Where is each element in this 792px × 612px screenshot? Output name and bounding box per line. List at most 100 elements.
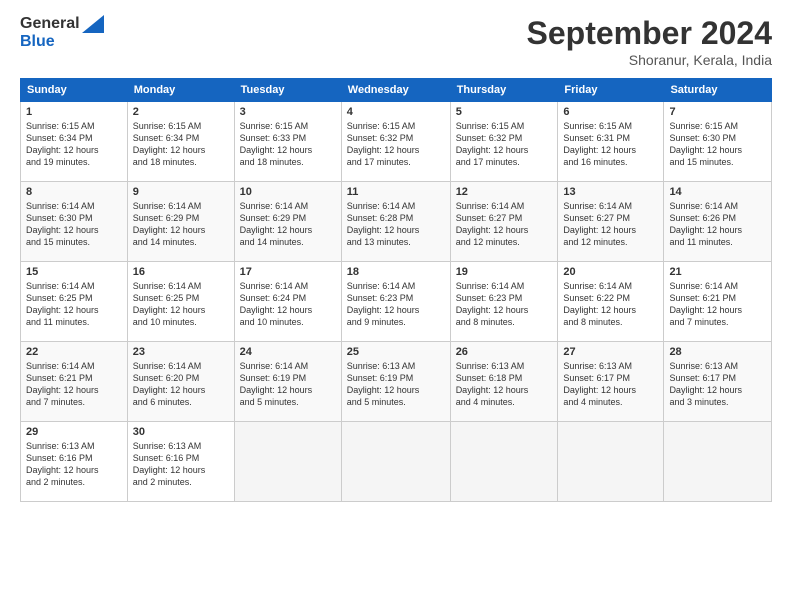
day-number: 3 xyxy=(240,106,336,118)
day-number: 28 xyxy=(669,346,766,358)
page: General Blue September 2024 Shoranur, Ke… xyxy=(0,0,792,612)
day-info: Sunrise: 6:15 AM Sunset: 6:34 PM Dayligh… xyxy=(26,120,122,169)
day-info: Sunrise: 6:14 AM Sunset: 6:28 PM Dayligh… xyxy=(347,200,445,249)
logo: General Blue xyxy=(20,15,104,51)
col-sunday: Sunday xyxy=(21,79,128,102)
day-number: 22 xyxy=(26,346,122,358)
day-info: Sunrise: 6:15 AM Sunset: 6:33 PM Dayligh… xyxy=(240,120,336,169)
logo-general: General xyxy=(20,15,80,33)
day-number: 25 xyxy=(347,346,445,358)
table-row: 13Sunrise: 6:14 AM Sunset: 6:27 PM Dayli… xyxy=(558,182,664,262)
day-info: Sunrise: 6:15 AM Sunset: 6:30 PM Dayligh… xyxy=(669,120,766,169)
month-year: September 2024 xyxy=(527,15,772,52)
table-row: 24Sunrise: 6:14 AM Sunset: 6:19 PM Dayli… xyxy=(234,342,341,422)
table-row: 19 Sunrise: 6:14 AM Sunset: 6:23 PM Dayli… xyxy=(450,262,558,342)
table-row: 1 Sunrise: 6:15 AM Sunset: 6:34 PM Daylig… xyxy=(21,102,128,182)
table-row: 20Sunrise: 6:14 AM Sunset: 6:22 PM Dayli… xyxy=(558,262,664,342)
col-monday: Monday xyxy=(127,79,234,102)
day-number: 7 xyxy=(669,106,766,118)
day-number: 13 xyxy=(563,186,658,198)
day-number: 12 xyxy=(456,186,553,198)
table-row xyxy=(664,422,772,502)
calendar-header-row: Sunday Monday Tuesday Wednesday Thursday… xyxy=(21,79,772,102)
day-info: Sunrise: 6:14 AM Sunset: 6:23 PM Dayligh… xyxy=(347,280,445,329)
calendar-week-row: 15 Sunrise: 6:14 AM Sunset: 6:25 PM Dayli… xyxy=(21,262,772,342)
table-row: 9 Sunrise: 6:14 AM Sunset: 6:29 PM Daylig… xyxy=(127,182,234,262)
calendar-table: Sunday Monday Tuesday Wednesday Thursday… xyxy=(20,78,772,502)
table-row xyxy=(450,422,558,502)
day-info: Sunrise: 6:14 AM Sunset: 6:21 PM Dayligh… xyxy=(669,280,766,329)
calendar-week-row: 29 Sunrise: 6:13 AM Sunset: 6:16 PM Dayli… xyxy=(21,422,772,502)
day-number: 14 xyxy=(669,186,766,198)
day-info: Sunrise: 6:14 AM Sunset: 6:27 PM Dayligh… xyxy=(456,200,553,249)
logo-arrow xyxy=(82,15,104,33)
day-number: 10 xyxy=(240,186,336,198)
day-info: Sunrise: 6:14 AM Sunset: 6:20 PM Dayligh… xyxy=(133,360,229,409)
day-info: Sunrise: 6:13 AM Sunset: 6:19 PM Dayligh… xyxy=(347,360,445,409)
logo-container: General Blue xyxy=(20,15,104,51)
table-row: 16 Sunrise: 6:14 AM Sunset: 6:25 PM Dayli… xyxy=(127,262,234,342)
day-info: Sunrise: 6:15 AM Sunset: 6:32 PM Dayligh… xyxy=(347,120,445,169)
day-info: Sunrise: 6:15 AM Sunset: 6:32 PM Dayligh… xyxy=(456,120,553,169)
day-info: Sunrise: 6:13 AM Sunset: 6:17 PM Dayligh… xyxy=(669,360,766,409)
day-number: 11 xyxy=(347,186,445,198)
table-row: 29 Sunrise: 6:13 AM Sunset: 6:16 PM Dayli… xyxy=(21,422,128,502)
day-number: 2 xyxy=(133,106,229,118)
day-info: Sunrise: 6:13 AM Sunset: 6:18 PM Dayligh… xyxy=(456,360,553,409)
col-friday: Friday xyxy=(558,79,664,102)
title-block: September 2024 Shoranur, Kerala, India xyxy=(527,15,772,68)
day-number: 4 xyxy=(347,106,445,118)
table-row: 10Sunrise: 6:14 AM Sunset: 6:29 PM Dayli… xyxy=(234,182,341,262)
logo-blue: Blue xyxy=(20,33,55,51)
table-row: 30Sunrise: 6:13 AM Sunset: 6:16 PM Dayli… xyxy=(127,422,234,502)
table-row xyxy=(558,422,664,502)
day-number: 29 xyxy=(26,426,122,438)
day-info: Sunrise: 6:14 AM Sunset: 6:25 PM Dayligh… xyxy=(133,280,229,329)
day-number: 17 xyxy=(240,266,336,278)
day-info: Sunrise: 6:13 AM Sunset: 6:16 PM Dayligh… xyxy=(26,440,122,489)
table-row: 23 Sunrise: 6:14 AM Sunset: 6:20 PM Dayli… xyxy=(127,342,234,422)
table-row xyxy=(341,422,450,502)
table-row: 12 Sunrise: 6:14 AM Sunset: 6:27 PM Dayli… xyxy=(450,182,558,262)
table-row: 18Sunrise: 6:14 AM Sunset: 6:23 PM Dayli… xyxy=(341,262,450,342)
day-number: 20 xyxy=(563,266,658,278)
day-number: 30 xyxy=(133,426,229,438)
col-saturday: Saturday xyxy=(664,79,772,102)
day-info: Sunrise: 6:14 AM Sunset: 6:23 PM Dayligh… xyxy=(456,280,553,329)
day-number: 24 xyxy=(240,346,336,358)
day-number: 19 xyxy=(456,266,553,278)
day-info: Sunrise: 6:14 AM Sunset: 6:25 PM Dayligh… xyxy=(26,280,122,329)
table-row: 4 Sunrise: 6:15 AM Sunset: 6:32 PM Daylig… xyxy=(341,102,450,182)
table-row: 6 Sunrise: 6:15 AM Sunset: 6:31 PM Daylig… xyxy=(558,102,664,182)
day-info: Sunrise: 6:14 AM Sunset: 6:29 PM Dayligh… xyxy=(133,200,229,249)
table-row: 3 Sunrise: 6:15 AM Sunset: 6:33 PM Daylig… xyxy=(234,102,341,182)
table-row xyxy=(234,422,341,502)
day-number: 21 xyxy=(669,266,766,278)
day-info: Sunrise: 6:14 AM Sunset: 6:24 PM Dayligh… xyxy=(240,280,336,329)
day-number: 23 xyxy=(133,346,229,358)
table-row: 14 Sunrise: 6:14 AM Sunset: 6:26 PM Dayli… xyxy=(664,182,772,262)
table-row: 25 Sunrise: 6:13 AM Sunset: 6:19 PM Dayli… xyxy=(341,342,450,422)
table-row: 21 Sunrise: 6:14 AM Sunset: 6:21 PM Dayli… xyxy=(664,262,772,342)
table-row: 17 Sunrise: 6:14 AM Sunset: 6:24 PM Dayli… xyxy=(234,262,341,342)
calendar-week-row: 8Sunrise: 6:14 AM Sunset: 6:30 PM Daylig… xyxy=(21,182,772,262)
day-number: 16 xyxy=(133,266,229,278)
table-row: 15 Sunrise: 6:14 AM Sunset: 6:25 PM Dayli… xyxy=(21,262,128,342)
day-info: Sunrise: 6:15 AM Sunset: 6:31 PM Dayligh… xyxy=(563,120,658,169)
calendar-week-row: 22 Sunrise: 6:14 AM Sunset: 6:21 PM Dayli… xyxy=(21,342,772,422)
day-number: 6 xyxy=(563,106,658,118)
day-number: 1 xyxy=(26,106,122,118)
day-info: Sunrise: 6:14 AM Sunset: 6:26 PM Dayligh… xyxy=(669,200,766,249)
table-row: 8Sunrise: 6:14 AM Sunset: 6:30 PM Daylig… xyxy=(21,182,128,262)
table-row: 27Sunrise: 6:13 AM Sunset: 6:17 PM Dayli… xyxy=(558,342,664,422)
col-thursday: Thursday xyxy=(450,79,558,102)
day-number: 8 xyxy=(26,186,122,198)
day-info: Sunrise: 6:14 AM Sunset: 6:21 PM Dayligh… xyxy=(26,360,122,409)
calendar-week-row: 1 Sunrise: 6:15 AM Sunset: 6:34 PM Daylig… xyxy=(21,102,772,182)
table-row: 28 Sunrise: 6:13 AM Sunset: 6:17 PM Dayli… xyxy=(664,342,772,422)
table-row: 7 Sunrise: 6:15 AM Sunset: 6:30 PM Daylig… xyxy=(664,102,772,182)
col-wednesday: Wednesday xyxy=(341,79,450,102)
day-number: 15 xyxy=(26,266,122,278)
location: Shoranur, Kerala, India xyxy=(527,52,772,68)
day-number: 9 xyxy=(133,186,229,198)
